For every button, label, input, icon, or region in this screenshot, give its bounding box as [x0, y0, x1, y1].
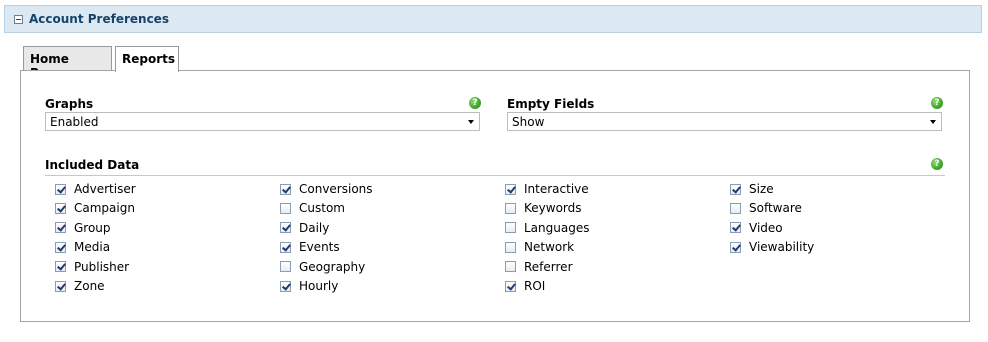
checkbox-label: Events [299, 240, 340, 255]
checkbox-unchecked[interactable] [280, 202, 291, 214]
checkbox-checked[interactable] [505, 183, 516, 195]
checkbox-checked[interactable] [730, 222, 741, 234]
empty-fields-select[interactable]: Show [507, 112, 942, 131]
checkbox-item[interactable]: Geography [280, 259, 365, 275]
checkbox-label: Custom [299, 201, 345, 216]
checkbox-label: Interactive [524, 182, 589, 196]
chevron-down-icon [468, 120, 474, 124]
checkbox-label: Geography [299, 259, 366, 274]
checkbox-checked[interactable] [280, 183, 291, 195]
graphs-select[interactable]: Enabled [45, 112, 480, 131]
checkbox-item[interactable]: Advertiser [55, 181, 136, 197]
checkbox-checked[interactable] [55, 261, 66, 273]
help-icon[interactable]: ? [469, 97, 481, 109]
checkbox-item[interactable]: Custom [280, 200, 345, 216]
section-title: Account Preferences [29, 12, 169, 26]
checkbox-label: Viewability [749, 240, 815, 255]
checkbox-label: Group [74, 220, 111, 235]
help-icon[interactable]: ? [931, 97, 943, 109]
checkbox-label: Referrer [524, 259, 573, 274]
checkbox-item[interactable]: ROI [505, 278, 545, 294]
checkbox-item[interactable]: Keywords [505, 200, 582, 216]
checkbox-label: Zone [74, 279, 105, 293]
checkbox-item[interactable]: Conversions [280, 181, 373, 197]
checkbox-label: Keywords [524, 201, 582, 216]
checkbox-unchecked[interactable] [730, 202, 741, 214]
checkbox-label: Video [749, 220, 783, 235]
chevron-down-icon [930, 120, 936, 124]
checkbox-checked[interactable] [730, 183, 741, 195]
checkbox-label: Daily [299, 220, 330, 235]
checkbox-checked[interactable] [280, 222, 291, 234]
checkbox-checked[interactable] [505, 280, 516, 292]
checkbox-item[interactable]: Events [280, 239, 340, 255]
tab-reports[interactable]: Reports [115, 46, 179, 72]
checkbox-checked[interactable] [55, 183, 66, 195]
checkbox-checked[interactable] [55, 241, 66, 253]
checkbox-checked[interactable] [730, 241, 741, 253]
checkbox-unchecked[interactable] [505, 222, 516, 234]
checkbox-label: Hourly [299, 279, 339, 293]
checkbox-label: Network [524, 240, 575, 255]
collapse-icon[interactable] [14, 15, 23, 24]
checkbox-label: Size [749, 182, 774, 196]
graphs-label: Graphs [45, 97, 94, 111]
checkbox-item[interactable]: Daily [280, 220, 329, 236]
checkbox-item[interactable]: Interactive [505, 181, 589, 197]
checkbox-item[interactable]: Zone [55, 278, 105, 294]
checkbox-unchecked[interactable] [505, 241, 516, 253]
checkbox-checked[interactable] [280, 280, 291, 292]
checkbox-item[interactable]: Viewability [730, 239, 814, 255]
checkbox-item[interactable]: Media [55, 239, 110, 255]
empty-fields-label: Empty Fields [507, 97, 595, 111]
empty-fields-select-value: Show [512, 115, 545, 129]
checkbox-item[interactable]: Software [730, 200, 802, 216]
checkbox-item[interactable]: Campaign [55, 200, 135, 216]
checkbox-checked[interactable] [280, 241, 291, 253]
checkbox-label: Conversions [299, 182, 373, 196]
checkbox-item[interactable]: Size [730, 181, 774, 197]
divider [45, 175, 945, 176]
checkbox-item[interactable]: Publisher [55, 259, 129, 275]
checkbox-label: Campaign [74, 201, 135, 216]
checkbox-unchecked[interactable] [505, 202, 516, 214]
checkbox-item[interactable]: Network [505, 239, 574, 255]
section-header: Account Preferences [4, 5, 982, 33]
checkbox-checked[interactable] [55, 202, 66, 214]
checkbox-checked[interactable] [55, 222, 66, 234]
reports-panel: Graphs ? Enabled Empty Fields ? Show Inc… [20, 70, 970, 322]
checkbox-item[interactable]: Hourly [280, 278, 338, 294]
checkbox-label: Publisher [74, 259, 130, 274]
graphs-select-value: Enabled [50, 115, 99, 129]
checkbox-checked[interactable] [55, 280, 66, 292]
checkbox-label: Advertiser [74, 182, 136, 196]
checkbox-unchecked[interactable] [505, 261, 516, 273]
checkbox-label: ROI [524, 279, 546, 293]
checkbox-label: Media [74, 240, 111, 255]
help-icon[interactable]: ? [931, 158, 943, 170]
tab-home-page[interactable]: Home Page [23, 46, 112, 80]
checkbox-item[interactable]: Video [730, 220, 783, 236]
checkbox-label: Languages [524, 220, 590, 235]
checkbox-label: Software [749, 201, 802, 216]
checkbox-item[interactable]: Referrer [505, 259, 573, 275]
checkbox-unchecked[interactable] [280, 261, 291, 273]
checkbox-item[interactable]: Group [55, 220, 111, 236]
included-data-label: Included Data [45, 158, 140, 172]
checkbox-item[interactable]: Languages [505, 220, 589, 236]
